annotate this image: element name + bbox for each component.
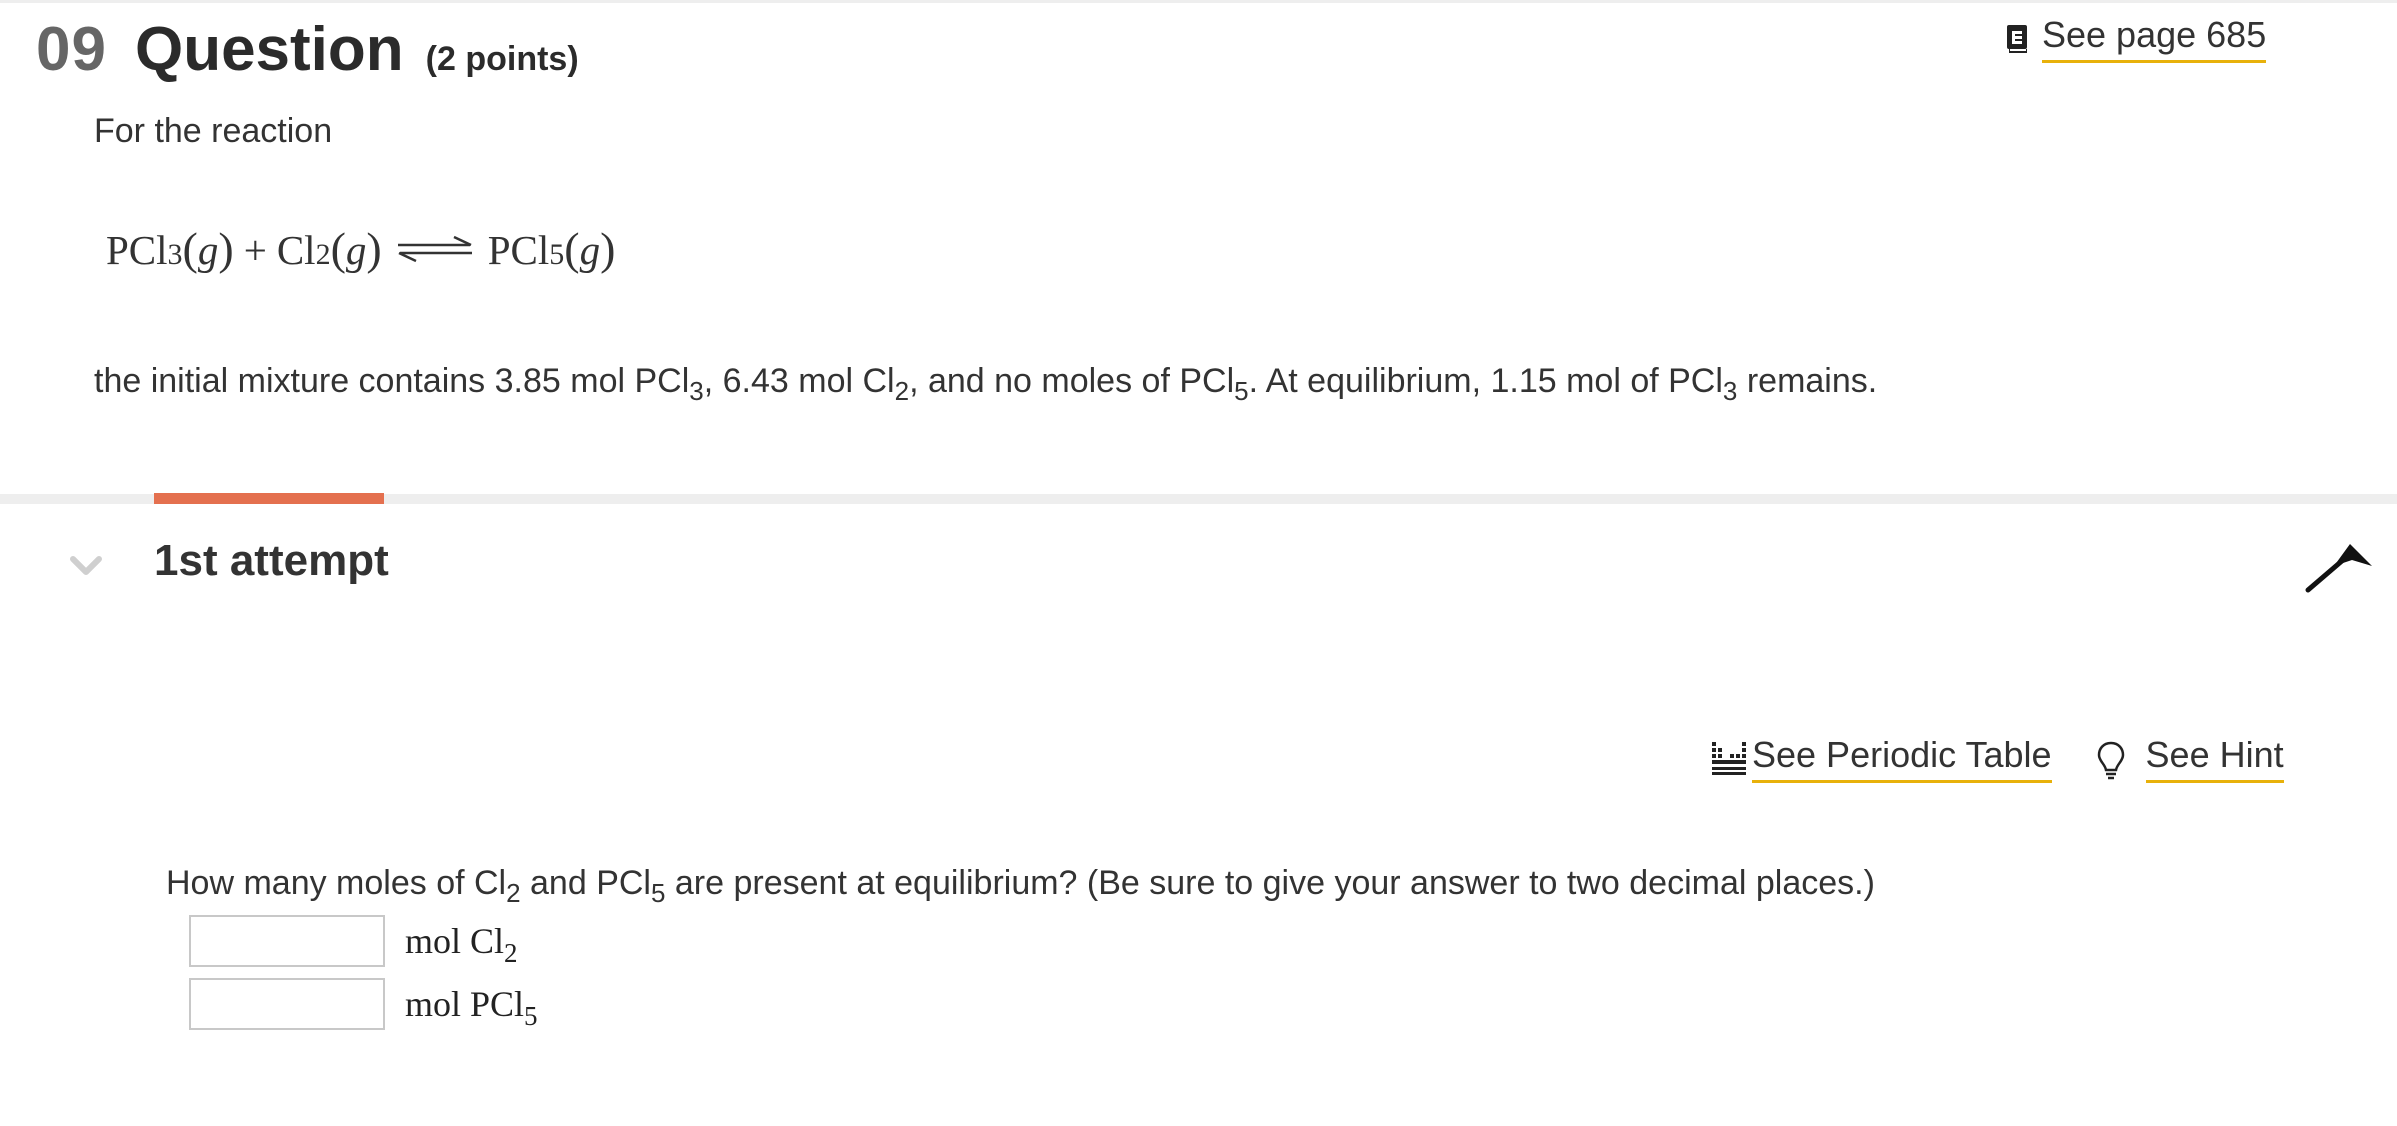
equilibrium-arrow-icon [397,235,472,262]
see-periodic-table-link[interactable]: See Periodic Table [1710,734,2052,783]
see-periodic-table-label[interactable]: See Periodic Table [1752,734,2052,783]
answer-row-pcl5: mol PCl5 [189,978,538,1030]
attempt-tab-indicator [154,493,384,504]
top-divider [0,0,2397,3]
chevron-down-icon[interactable] [68,552,104,580]
see-page-label[interactable]: See page 685 [2042,14,2267,63]
unit-sub-cl2: 2 [504,938,518,968]
statement-sub-1: 3 [689,376,704,406]
state-1: g [197,227,219,273]
statement-sub-2: 2 [894,376,910,406]
question-tools: See Periodic Table See Hint [1710,734,2284,783]
statement-text-1: the initial mixture contains 3.85 mol PC… [94,362,690,400]
reaction-intro: For the reaction [94,112,333,150]
periodic-table-icon [1712,742,1746,775]
see-hint-label[interactable]: See Hint [2145,734,2284,783]
answer-row-cl2: mol Cl2 [189,915,518,967]
question-points: (2 points) [425,40,579,78]
statement-text-5: remains. [1746,362,1878,400]
question-number: 09 [36,15,107,84]
mol-pcl5-input[interactable] [189,978,385,1030]
statement-text-3: , and no moles of PCl [909,362,1235,400]
prompt-text-3: are present at equilibrium? (Be sure to … [665,864,1875,902]
mol-cl2-input[interactable] [189,915,385,967]
unit-text-cl2: mol Cl [405,921,505,961]
book-icon [2007,25,2027,53]
plus-sign: + [243,227,267,273]
prompt-text-1: How many moles of Cl [166,864,507,902]
lightbulb-icon [2097,741,2124,780]
statement-text-4: . At equilibrium, 1.15 mol of PCl [1248,362,1723,400]
product: PCl [487,227,550,273]
reactant-1: PCl [106,227,168,273]
prompt-sub-1: 2 [506,878,521,908]
reactant-2: Cl [276,227,316,273]
unit-label-pcl5: mol PCl5 [405,983,538,1030]
statement-text-2: , 6.43 mol Cl [703,362,895,400]
reaction-statement: the initial mixture contains 3.85 mol PC… [94,362,1878,404]
unit-text-pcl5: mol PCl [405,984,525,1024]
state-2: g [345,227,367,273]
attempt-title: 1st attempt [154,536,389,585]
question-header: 09 Question (2 points) [36,14,579,85]
question-title: Question [134,15,404,84]
statement-sub-4: 3 [1722,376,1738,406]
prompt-text-2: and PCl [520,864,651,902]
prompt-sub-2: 5 [650,878,666,908]
see-page-link[interactable]: See page 685 [2006,14,2267,63]
state-3: g [579,227,601,273]
see-hint-link[interactable]: See Hint [2052,734,2284,783]
reaction-equation: PCl 3(g) + Cl 2(g) PCl 5(g) [106,223,616,274]
statement-sub-3: 5 [1234,376,1249,406]
unit-label-cl2: mol Cl2 [405,920,518,967]
question-page: 09 Question (2 points) See page 685 For … [0,0,2397,1126]
unit-sub-pcl5: 5 [524,1001,538,1031]
question-prompt: How many moles of Cl2 and PCl5 are prese… [166,864,1875,906]
flag-icon[interactable] [2304,540,2374,596]
